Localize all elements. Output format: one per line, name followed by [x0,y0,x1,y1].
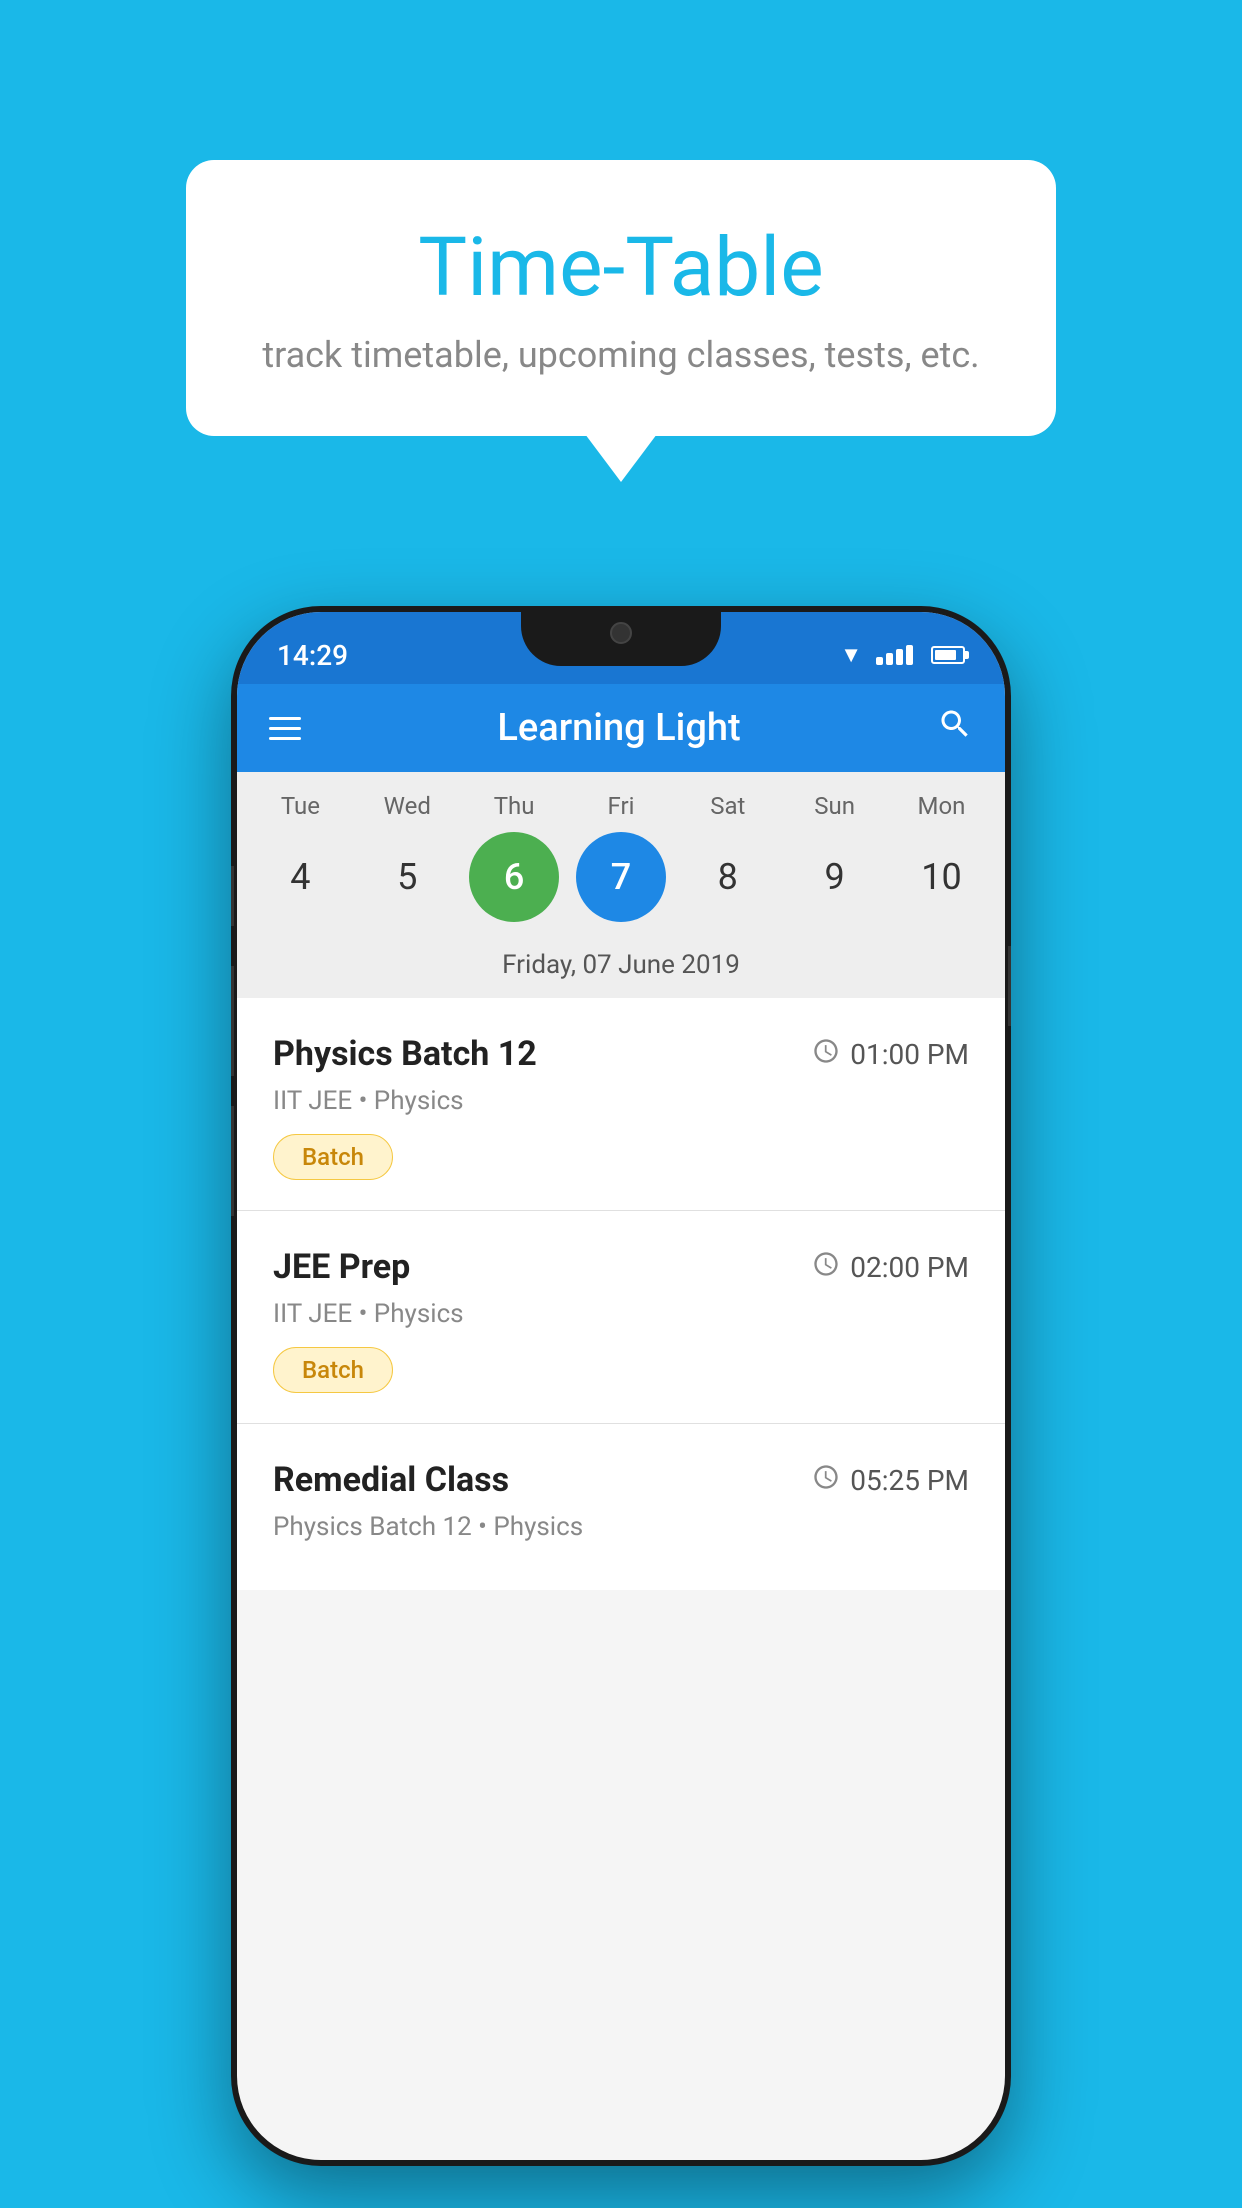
schedule-item-1-title: Physics Batch 12 [273,1034,537,1074]
hamburger-line [269,727,301,730]
day-header-wed: Wed [362,792,452,820]
schedule-list: Physics Batch 12 01:00 PM IIT JEE • Phys… [237,998,1005,1590]
silent-button [231,866,234,926]
clock-icon-2 [812,1250,840,1285]
schedule-item-3-header: Remedial Class 05:25 PM [273,1460,969,1500]
speech-bubble: Time-Table track timetable, upcoming cla… [186,160,1056,436]
schedule-item-1-time-text: 01:00 PM [850,1038,969,1071]
day-header-thu: Thu [469,792,559,820]
bubble-subtitle: track timetable, upcoming classes, tests… [246,334,996,376]
schedule-item-1[interactable]: Physics Batch 12 01:00 PM IIT JEE • Phys… [237,998,1005,1211]
day-7-selected[interactable]: 7 [576,832,666,922]
app-title: Learning Light [497,706,740,750]
day-10[interactable]: 10 [896,832,986,922]
day-8[interactable]: 8 [683,832,773,922]
schedule-item-2-subtitle: IIT JEE • Physics [273,1299,969,1329]
search-button[interactable] [937,706,973,751]
schedule-item-2-time: 02:00 PM [812,1250,969,1285]
volume-up-button [231,966,234,1076]
day-9[interactable]: 9 [790,832,880,922]
day-header-mon: Mon [896,792,986,820]
top-section: Time-Table track timetable, upcoming cla… [0,0,1242,546]
volume-down-button [231,1106,234,1216]
status-icons: ▼ [840,642,965,668]
hamburger-line [269,737,301,740]
schedule-item-3-time-text: 05:25 PM [850,1464,969,1497]
battery-icon [931,646,965,664]
clock-icon-3 [812,1463,840,1498]
app-header: Learning Light [237,684,1005,772]
schedule-item-1-subtitle: IIT JEE • Physics [273,1086,969,1116]
day-header-sun: Sun [790,792,880,820]
day-header-tue: Tue [255,792,345,820]
schedule-item-2-time-text: 02:00 PM [850,1251,969,1284]
schedule-item-1-header: Physics Batch 12 01:00 PM [273,1034,969,1074]
bubble-title: Time-Table [246,220,996,316]
phone-camera [610,622,632,644]
day-6-today[interactable]: 6 [469,832,559,922]
status-time: 14:29 [277,639,348,672]
schedule-item-3[interactable]: Remedial Class 05:25 PM Physics Batch 12… [237,1424,1005,1590]
day-5[interactable]: 5 [362,832,452,922]
phone-screen: 14:29 ▼ [237,612,1005,2160]
schedule-item-3-time: 05:25 PM [812,1463,969,1498]
day-header-fri: Fri [576,792,666,820]
power-button [1008,946,1011,1026]
day-header-sat: Sat [683,792,773,820]
selected-date-label: Friday, 07 June 2019 [237,942,1005,998]
day-numbers: 4 5 6 7 8 9 10 [237,832,1005,942]
schedule-item-2[interactable]: JEE Prep 02:00 PM IIT JEE • Physics Batc… [237,1211,1005,1424]
day-4[interactable]: 4 [255,832,345,922]
hamburger-line [269,717,301,720]
signal-icon [876,645,913,665]
phone-notch [521,606,721,666]
clock-icon-1 [812,1037,840,1072]
schedule-item-1-time: 01:00 PM [812,1037,969,1072]
phone-frame: 14:29 ▼ [231,606,1011,2166]
phone-mockup: 14:29 ▼ [231,606,1011,2166]
schedule-item-2-title: JEE Prep [273,1247,410,1287]
schedule-item-1-badge: Batch [273,1134,393,1180]
schedule-item-2-badge: Batch [273,1347,393,1393]
schedule-item-2-header: JEE Prep 02:00 PM [273,1247,969,1287]
hamburger-menu-button[interactable] [269,717,301,740]
schedule-item-3-title: Remedial Class [273,1460,509,1500]
calendar-strip: Tue Wed Thu Fri Sat Sun Mon 4 5 6 7 8 9 … [237,772,1005,998]
wifi-icon: ▼ [840,642,862,668]
day-headers: Tue Wed Thu Fri Sat Sun Mon [237,792,1005,832]
schedule-item-3-subtitle: Physics Batch 12 • Physics [273,1512,969,1542]
